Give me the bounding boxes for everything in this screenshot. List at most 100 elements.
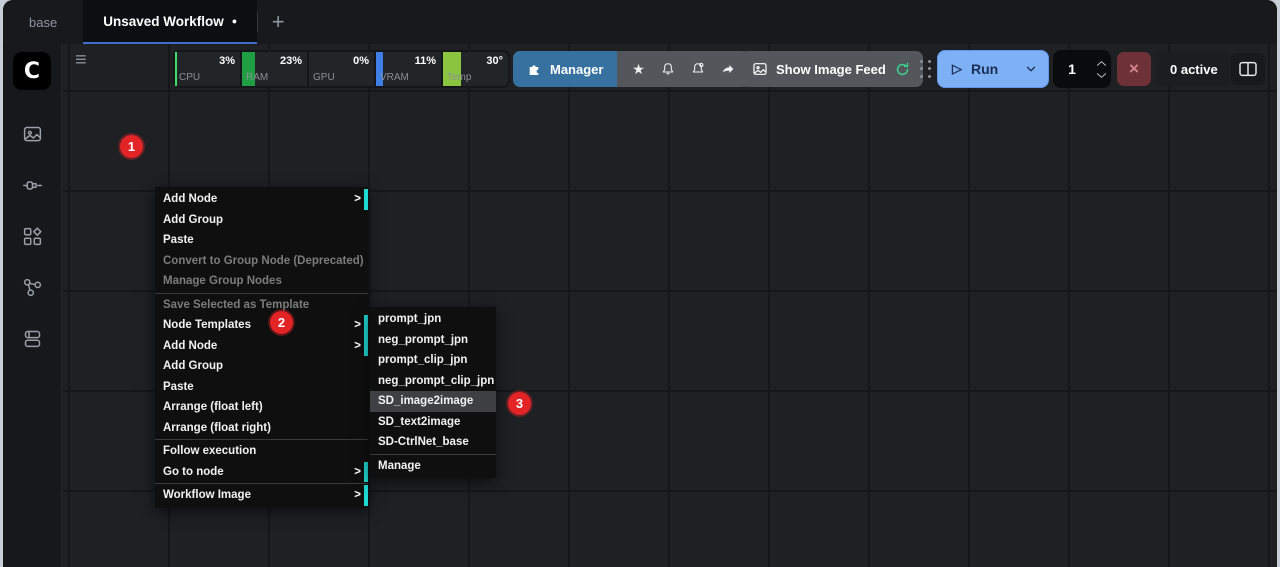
context-menu-item[interactable]: Arrange (float left) > <box>155 397 368 418</box>
app-window: base Unsaved Workflow ● + C <box>3 0 1277 567</box>
submenu-indicator <box>364 462 368 483</box>
toolbar-drag-handle[interactable] <box>918 58 933 80</box>
tab-label: Unsaved Workflow <box>103 14 224 29</box>
manager-quick-icons: ★ <box>617 51 749 87</box>
system-monitor: 11% VRAM <box>376 52 441 86</box>
manager-label: Manager <box>550 62 603 77</box>
submenu-indicator <box>364 485 368 506</box>
chevron-down-icon[interactable] <box>1096 72 1107 79</box>
show-image-feed-button[interactable]: Show Image Feed <box>740 51 923 87</box>
run-label: Run <box>971 61 998 77</box>
menu-item-label: Convert to Group Node (Deprecated) <box>163 255 364 267</box>
submenu-item-label: prompt_jpn <box>378 313 441 325</box>
submenu-item[interactable]: SD_image2image <box>370 391 496 412</box>
submenu-item-label: SD_text2image <box>378 416 460 428</box>
monitor-value: 30° <box>486 55 503 67</box>
context-menu-item[interactable]: Add Node > <box>155 189 368 210</box>
run-button[interactable]: ▷ Run <box>937 50 1049 88</box>
submenu-item[interactable]: prompt_clip_jpn <box>370 350 496 371</box>
submenu-item[interactable]: Manage <box>370 456 496 477</box>
menu-item-label: Add Group <box>163 214 223 226</box>
menu-item-label: Follow execution <box>163 445 256 457</box>
annotation-badge: 1 <box>120 135 143 158</box>
run-options-dropdown[interactable] <box>1014 51 1048 87</box>
submenu-item[interactable]: prompt_jpn <box>370 309 496 330</box>
context-menu-item[interactable]: Add Group > <box>155 356 368 377</box>
node-connector-icon[interactable] <box>20 173 44 197</box>
context-menu-item[interactable]: Paste > <box>155 230 368 251</box>
system-monitor: 23% RAM <box>242 52 307 86</box>
manager-toolbar: Manager ★ <box>513 51 749 87</box>
workflow-tab-bar: base Unsaved Workflow ● + <box>3 0 1277 44</box>
system-monitor: 30° Temp <box>443 52 508 86</box>
manager-button[interactable]: Manager <box>513 51 617 87</box>
submenu-indicator <box>364 189 368 210</box>
share-arrow-icon[interactable] <box>713 61 743 77</box>
tab-label: base <box>29 15 57 30</box>
menu-item-label: Paste <box>163 381 194 393</box>
context-menu-item[interactable]: Save Selected as Template > <box>155 295 368 316</box>
monitor-label: Temp <box>447 72 471 83</box>
annotation-badge: 2 <box>270 311 293 334</box>
clear-queue-button[interactable]: × <box>1117 52 1151 86</box>
menu-item-label: Go to node <box>163 466 224 478</box>
batch-count-stepper[interactable] <box>1091 50 1111 88</box>
context-menu-item[interactable]: Convert to Group Node (Deprecated) > <box>155 251 368 272</box>
system-monitor: 3% CPU <box>175 52 240 86</box>
menu-item-label: Node Templates <box>163 319 251 331</box>
tab-unsaved-workflow[interactable]: Unsaved Workflow ● <box>83 0 257 44</box>
context-menu-item[interactable]: Node Templates > <box>155 315 368 336</box>
active-jobs-badge: 0 active <box>1157 52 1231 86</box>
chevron-up-icon[interactable] <box>1096 60 1107 67</box>
node-templates-icon[interactable] <box>20 326 44 350</box>
monitor-value: 3% <box>219 55 235 67</box>
menu-item-label: Add Group <box>163 360 223 372</box>
context-menu-item[interactable]: Add Node > <box>155 336 368 357</box>
alert-bell-icon[interactable] <box>653 61 683 77</box>
submenu-item[interactable]: SD-CtrlNet_base <box>370 432 496 453</box>
show-image-feed-label: Show Image Feed <box>776 62 886 77</box>
submenu-item-label: prompt_clip_jpn <box>378 354 467 366</box>
model-library-icon[interactable] <box>20 224 44 248</box>
context-menu-item[interactable]: Paste > <box>155 377 368 398</box>
batch-count-value[interactable]: 1 <box>1053 61 1091 77</box>
workflow-graph-icon[interactable] <box>20 275 44 299</box>
run-main[interactable]: ▷ Run <box>938 61 1014 77</box>
submenu-arrow-icon: > <box>354 315 361 336</box>
context-menu-item[interactable]: Add Group > <box>155 210 368 231</box>
menu-item-label: Workflow Image <box>163 489 251 501</box>
menu-item-label: Manage Group Nodes <box>163 275 282 287</box>
monitor-label: VRAM <box>380 72 409 83</box>
star-icon[interactable]: ★ <box>623 61 653 78</box>
monitor-value: 0% <box>353 55 369 67</box>
context-menu-item[interactable]: Workflow Image > <box>155 485 368 506</box>
node-templates-submenu: prompt_jpn neg_prompt_jpn prompt_clip_jp… <box>370 307 496 478</box>
context-menu-item[interactable]: Go to node > <box>155 462 368 483</box>
alert-bell-badge-icon[interactable] <box>683 61 713 77</box>
menu-separator <box>370 454 496 455</box>
menu-item-label: Save Selected as Template <box>163 299 309 311</box>
monitor-label: RAM <box>246 72 268 83</box>
submenu-item[interactable]: neg_prompt_clip_jpn <box>370 371 496 392</box>
image-icon <box>752 61 768 77</box>
comfy-logo-icon[interactable]: C <box>13 52 51 90</box>
canvas-menu-icon[interactable]: ≡ <box>75 50 87 70</box>
context-menu-item[interactable]: Follow execution > <box>155 441 368 462</box>
new-tab-button[interactable]: + <box>258 0 298 44</box>
submenu-item-label: SD_image2image <box>378 395 473 407</box>
submenu-indicator <box>364 336 368 357</box>
context-menu-item[interactable]: Arrange (float right) > <box>155 418 368 439</box>
tab-base[interactable]: base <box>3 0 83 44</box>
annotation-badge: 3 <box>508 392 531 415</box>
split-panel-icon <box>1238 61 1258 77</box>
toggle-panel-button[interactable] <box>1231 53 1265 85</box>
batch-count-input[interactable]: 1 <box>1053 50 1111 88</box>
submenu-item[interactable]: SD_text2image <box>370 412 496 433</box>
submenu-arrow-icon: > <box>354 485 361 506</box>
submenu-item-label: neg_prompt_clip_jpn <box>378 375 494 387</box>
submenu-item[interactable]: neg_prompt_jpn <box>370 330 496 351</box>
image-queue-icon[interactable] <box>20 122 44 146</box>
context-menu-item[interactable]: Manage Group Nodes > <box>155 271 368 292</box>
system-monitor: 0% GPU <box>309 52 374 86</box>
monitor-label: GPU <box>313 72 335 83</box>
